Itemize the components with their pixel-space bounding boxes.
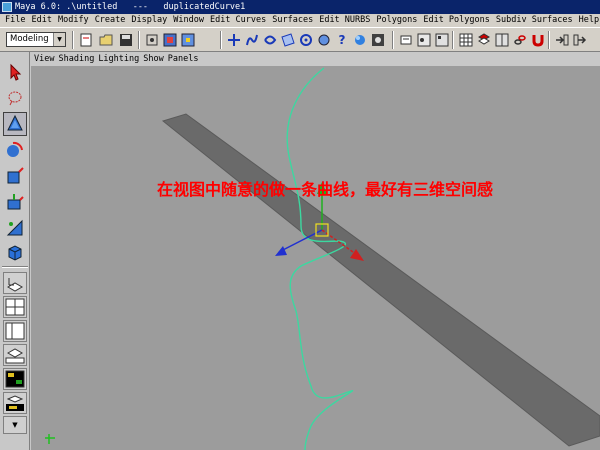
move-tool-icon <box>7 114 23 131</box>
toolbar-separator <box>72 31 74 49</box>
layout-four-panes-button[interactable] <box>3 296 27 318</box>
construction-history-icon[interactable] <box>398 32 414 48</box>
tool-box: ▼ <box>0 52 30 450</box>
menu-help[interactable]: Help <box>576 14 600 27</box>
snap-curve-icon[interactable] <box>244 32 260 48</box>
snap-grid-icon[interactable] <box>226 32 242 48</box>
viewport-panel: View Shading Lighting Show Panels 在视图中随意的做一条… <box>31 52 600 450</box>
tutorial-annotation: 在视图中随意的做一条曲线，最好有三维空间感 <box>157 180 494 199</box>
make-live-icon[interactable] <box>298 32 314 48</box>
view-axis-indicator <box>45 434 55 444</box>
main-menubar: File Edit Modify Create Display Window Edit Cu… <box>0 14 600 27</box>
layout-dropdown-button[interactable]: ▼ <box>3 416 27 434</box>
menu-file[interactable]: File <box>0 14 28 27</box>
panel-menu-view[interactable]: View <box>31 52 56 66</box>
menu-display[interactable]: Display <box>128 14 170 27</box>
chevron-down-icon: ▼ <box>12 421 18 429</box>
toolbox-divider <box>2 266 28 268</box>
soft-mod-icon <box>6 219 23 236</box>
scale-tool-icon <box>7 167 24 184</box>
link-icon[interactable] <box>512 32 528 48</box>
menu-edit[interactable]: Edit <box>28 14 54 27</box>
toolbar-separator <box>452 31 454 49</box>
mode-selector-value: Modeling <box>10 34 49 44</box>
perspective-viewport[interactable]: 在视图中随意的做一条曲线，最好有三维空间感 <box>31 66 600 450</box>
toolbar-separator <box>138 31 140 49</box>
viewport-scene <box>45 67 600 450</box>
ground-plane[interactable] <box>161 113 600 447</box>
magnet-icon[interactable] <box>530 32 546 48</box>
panel-menu-panels[interactable]: Panels <box>166 52 201 66</box>
new-scene-icon[interactable] <box>78 32 94 48</box>
select-component-icon[interactable] <box>180 32 196 48</box>
menu-edit-nurbs[interactable]: Edit NURBS <box>316 14 373 27</box>
lasso-icon <box>8 91 22 106</box>
menu-modify[interactable]: Modify <box>55 14 92 27</box>
open-scene-icon[interactable] <box>98 32 114 48</box>
menu-create[interactable]: Create <box>92 14 129 27</box>
outliner-layout-icon <box>5 322 25 340</box>
z-axis-handle[interactable] <box>275 246 287 256</box>
select-hierarchy-icon[interactable] <box>144 32 160 48</box>
menu-subdiv-surfaces[interactable]: Subdiv Surfaces <box>493 14 576 27</box>
perspective-layout-icon <box>6 278 24 292</box>
render-settings-icon[interactable] <box>416 32 432 48</box>
layout-persp-trax-button[interactable] <box>3 392 27 414</box>
history-icon[interactable] <box>316 32 332 48</box>
rotate-tool-button[interactable] <box>3 138 27 162</box>
save-scene-icon[interactable] <box>118 32 134 48</box>
input-arrow-icon[interactable] <box>554 32 570 48</box>
panel-menu-show[interactable]: Show <box>141 52 165 66</box>
toolbar-separator <box>392 31 394 49</box>
menu-edit-curves[interactable]: Edit Curves <box>207 14 269 27</box>
channel-box-icon[interactable] <box>494 32 510 48</box>
soft-mod-tool-button[interactable] <box>3 216 27 240</box>
layer-toggle-icon[interactable] <box>476 32 492 48</box>
trax-layout-icon <box>6 395 24 411</box>
grid-toggle-icon[interactable] <box>458 32 474 48</box>
panel-menu-shading[interactable]: Shading <box>56 52 96 66</box>
move-tool-button[interactable] <box>3 112 27 136</box>
select-tool-button[interactable] <box>3 60 27 84</box>
lasso-tool-button[interactable] <box>3 86 27 110</box>
snap-point-icon[interactable] <box>262 32 278 48</box>
arrow-cursor-icon <box>10 63 22 81</box>
title-bar: Maya 6.0: .\untitled --- duplicatedCurve… <box>0 0 600 14</box>
chevron-down-icon[interactable]: ▼ <box>53 33 65 46</box>
help-line-icon[interactable]: ? <box>334 32 350 48</box>
rotate-tool-icon <box>7 141 23 157</box>
menu-window[interactable]: Window <box>170 14 207 27</box>
toolbar-separator <box>220 31 222 49</box>
cube-icon <box>8 245 22 261</box>
last-tool-button[interactable] <box>3 240 27 264</box>
snap-view-plane-icon[interactable] <box>280 32 296 48</box>
layout-hypershade-button[interactable] <box>3 368 27 390</box>
scale-tool-button[interactable] <box>3 164 27 188</box>
manipulator-tool-button[interactable] <box>3 190 27 214</box>
layout-persp-graph-button[interactable] <box>3 344 27 366</box>
menu-edit-polygons[interactable]: Edit Polygons <box>420 14 493 27</box>
mode-selector[interactable]: Modeling ▼ <box>6 32 66 47</box>
select-object-icon[interactable] <box>162 32 178 48</box>
output-arrow-icon[interactable] <box>572 32 588 48</box>
panel-menubar: View Shading Lighting Show Panels <box>31 52 600 66</box>
hypershade-layout-icon <box>5 370 25 388</box>
toolbar-separator <box>548 31 550 49</box>
ipr-render-icon[interactable] <box>370 32 386 48</box>
graph-layout-icon <box>5 348 25 364</box>
maya-app-icon <box>2 2 12 12</box>
layout-single-perspective-button[interactable] <box>3 272 27 294</box>
window-title: Maya 6.0: .\untitled --- duplicatedCurve… <box>15 2 246 12</box>
manipulator-icon <box>7 194 24 210</box>
menu-surfaces[interactable]: Surfaces <box>269 14 316 27</box>
hypershade-icon[interactable] <box>434 32 450 48</box>
layout-persp-outliner-button[interactable] <box>3 320 27 342</box>
render-icon[interactable] <box>352 32 368 48</box>
menu-polygons[interactable]: Polygons <box>373 14 420 27</box>
status-line-toolbar: Modeling ▼ ? <box>0 27 600 52</box>
panel-menu-lighting[interactable]: Lighting <box>96 52 141 66</box>
four-panes-icon <box>5 298 25 316</box>
